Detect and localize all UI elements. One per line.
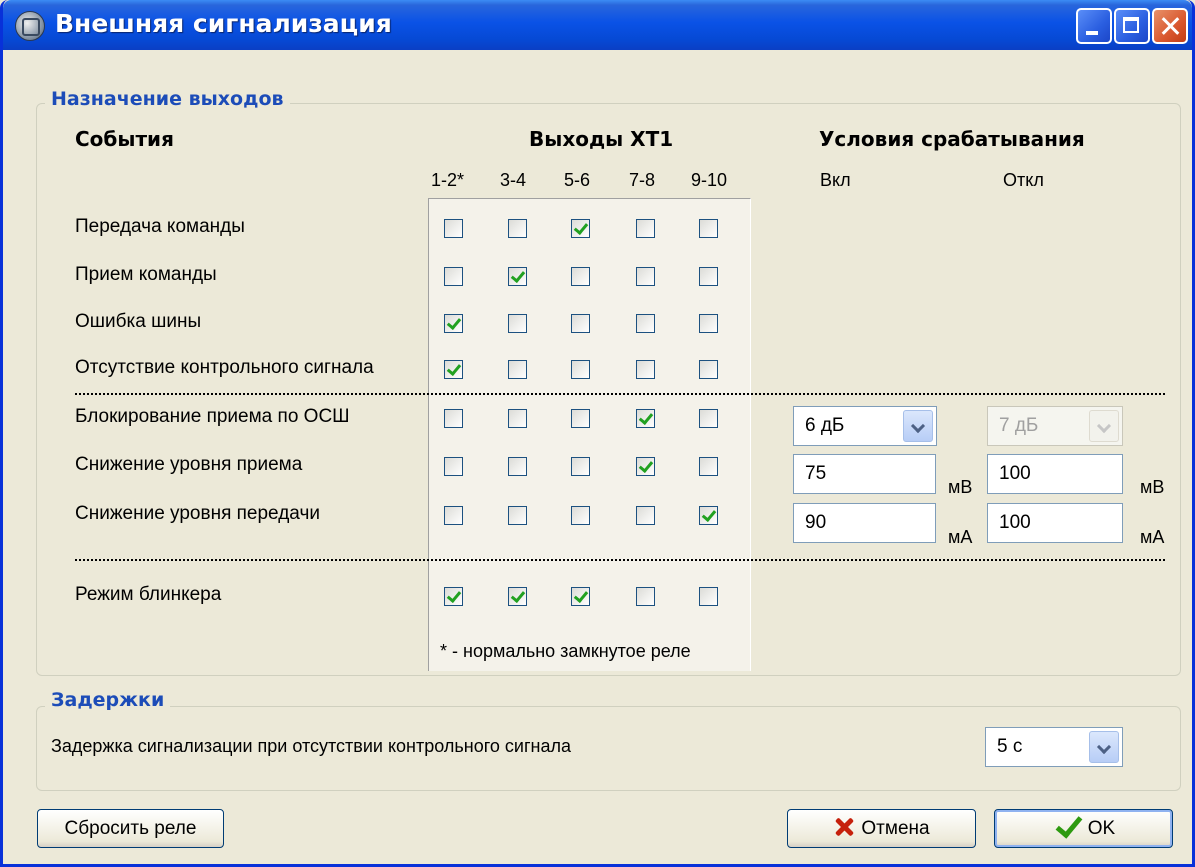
window-title: Внешняя сигнализация xyxy=(55,9,392,38)
tx-off-input[interactable]: 100 xyxy=(987,503,1123,543)
chevron-down-icon[interactable] xyxy=(903,410,933,442)
event-label: Режим блинкера xyxy=(75,584,222,605)
event-label: Блокирование приема по ОСШ xyxy=(75,406,350,427)
output-checkbox[interactable] xyxy=(699,314,718,333)
on-label: Вкл xyxy=(820,170,851,190)
output-checkbox[interactable] xyxy=(444,506,463,525)
output-checkbox[interactable] xyxy=(571,314,590,333)
separator xyxy=(75,393,1165,395)
output-checkbox[interactable] xyxy=(444,360,463,379)
reset-relay-button[interactable]: Сбросить реле xyxy=(37,809,224,848)
output-checkbox[interactable] xyxy=(444,267,463,286)
column-header: 5-6 xyxy=(564,170,591,190)
output-checkbox[interactable] xyxy=(699,457,718,476)
separator xyxy=(75,559,1165,561)
output-checkbox[interactable] xyxy=(571,587,590,606)
column-header: 7-8 xyxy=(629,170,656,190)
delay-select[interactable]: 5 с xyxy=(985,727,1123,767)
event-label: Прием команды xyxy=(75,264,217,285)
output-checkbox[interactable] xyxy=(636,457,655,476)
rx-off-unit: мВ xyxy=(1140,477,1165,497)
tx-on-unit: мА xyxy=(948,527,973,547)
output-checkbox[interactable] xyxy=(571,219,590,238)
output-checkbox[interactable] xyxy=(508,267,527,286)
cancel-button[interactable]: Отмена xyxy=(787,809,976,848)
output-checkbox[interactable] xyxy=(571,409,590,428)
delay-label: Задержка сигнализации при отсутствии кон… xyxy=(51,736,571,756)
chevron-down-icon[interactable] xyxy=(1089,731,1119,763)
output-checkbox[interactable] xyxy=(571,506,590,525)
output-checkbox[interactable] xyxy=(444,219,463,238)
dialog-window: Внешняя сигнализация Назначение выходов … xyxy=(0,0,1195,867)
output-checkbox[interactable] xyxy=(508,314,527,333)
delays-group-legend: Задержки xyxy=(45,689,171,711)
output-checkbox[interactable] xyxy=(699,409,718,428)
output-checkbox[interactable] xyxy=(508,360,527,379)
event-label: Отсутствие контрольного сигнала xyxy=(75,357,374,378)
output-checkbox[interactable] xyxy=(444,457,463,476)
column-header: 1-2* xyxy=(431,170,465,190)
output-checkbox[interactable] xyxy=(636,506,655,525)
snr-on-select[interactable]: 6 дБ xyxy=(793,406,937,446)
output-checkbox[interactable] xyxy=(571,457,590,476)
title-bar[interactable]: Внешняя сигнализация xyxy=(3,0,1192,50)
outputs-header: Выходы XT1 xyxy=(529,127,674,151)
output-checkbox[interactable] xyxy=(699,360,718,379)
output-checkbox[interactable] xyxy=(571,360,590,379)
event-label: Снижение уровня приема xyxy=(75,454,303,475)
tx-on-input[interactable]: 90 xyxy=(793,503,936,543)
output-checkbox[interactable] xyxy=(508,409,527,428)
column-header: 3-4 xyxy=(500,170,527,190)
output-checkbox[interactable] xyxy=(508,587,527,606)
minimize-button[interactable] xyxy=(1076,8,1112,44)
output-checkbox[interactable] xyxy=(636,267,655,286)
event-label: Снижение уровня передачи xyxy=(75,503,320,524)
output-checkbox[interactable] xyxy=(699,219,718,238)
rx-off-input[interactable]: 100 xyxy=(987,454,1123,494)
output-checkbox[interactable] xyxy=(508,457,527,476)
column-header: 9-10 xyxy=(691,170,728,190)
rx-on-unit: мВ xyxy=(948,477,973,497)
output-checkbox[interactable] xyxy=(636,587,655,606)
event-label: Передача команды xyxy=(75,216,245,237)
output-checkbox[interactable] xyxy=(636,360,655,379)
footnote: * - нормально замкнутое реле xyxy=(440,641,691,661)
output-checkbox[interactable] xyxy=(444,409,463,428)
output-checkbox[interactable] xyxy=(636,314,655,333)
output-checkbox[interactable] xyxy=(444,314,463,333)
output-checkbox[interactable] xyxy=(699,587,718,606)
output-checkbox[interactable] xyxy=(636,219,655,238)
maximize-button[interactable] xyxy=(1114,8,1150,44)
events-header: События xyxy=(75,127,174,151)
ok-button[interactable]: OK xyxy=(994,809,1173,848)
conditions-header: Условия срабатывания xyxy=(819,127,1085,151)
output-checkbox[interactable] xyxy=(699,267,718,286)
output-checkbox[interactable] xyxy=(636,409,655,428)
cancel-icon xyxy=(833,816,855,838)
tx-off-unit: мА xyxy=(1140,527,1165,547)
off-label: Откл xyxy=(1003,170,1044,190)
rx-on-input[interactable]: 75 xyxy=(793,454,936,494)
checkmark-icon xyxy=(1052,814,1082,838)
app-icon xyxy=(15,11,45,41)
event-label: Ошибка шины xyxy=(75,311,202,332)
snr-off-select: 7 дБ xyxy=(987,406,1123,446)
output-checkbox[interactable] xyxy=(508,506,527,525)
output-checkbox[interactable] xyxy=(699,506,718,525)
close-button[interactable] xyxy=(1152,8,1188,44)
chevron-down-icon xyxy=(1089,410,1119,442)
output-checkbox[interactable] xyxy=(444,587,463,606)
output-checkbox[interactable] xyxy=(571,267,590,286)
output-checkbox[interactable] xyxy=(508,219,527,238)
outputs-group-legend: Назначение выходов xyxy=(45,88,290,110)
